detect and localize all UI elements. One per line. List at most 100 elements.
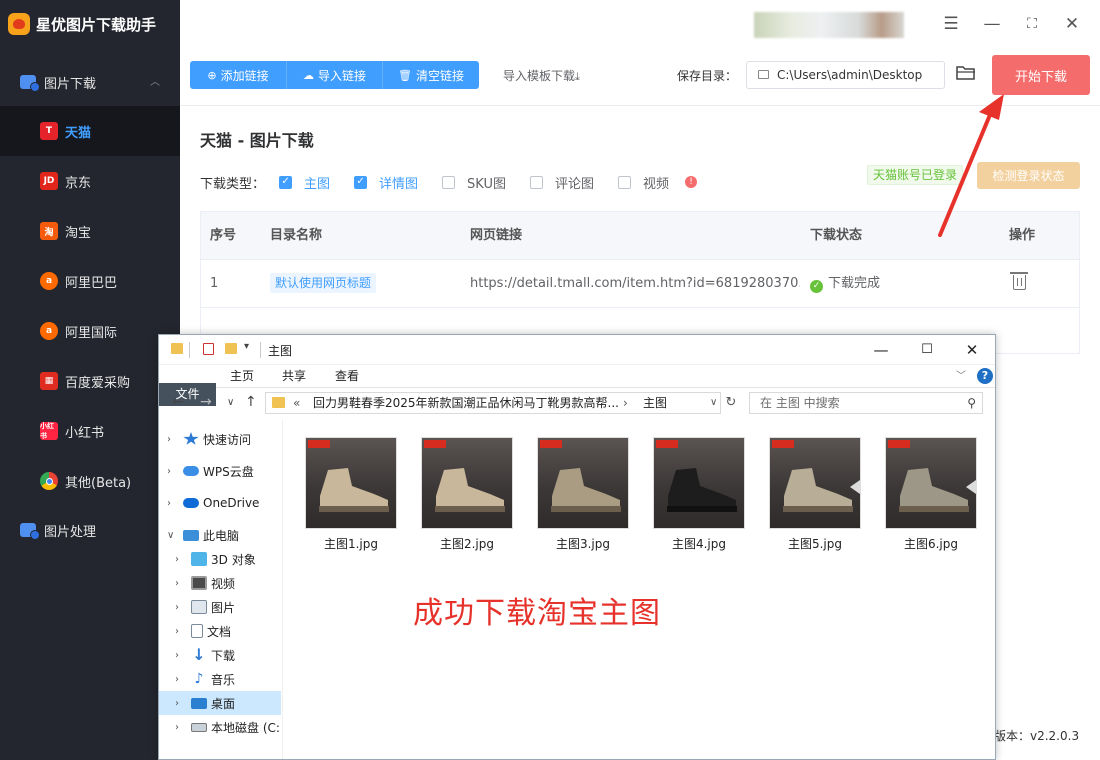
expand-chevron-icon[interactable]: › xyxy=(175,626,185,637)
expand-chevron-icon[interactable]: › xyxy=(167,434,177,445)
file-item[interactable]: 主图5.jpg xyxy=(769,437,861,552)
option-review-image[interactable]: 评论图 xyxy=(530,173,594,192)
tree-item-quick-access[interactable]: › 快速访问 xyxy=(167,427,251,451)
file-thumbnail[interactable] xyxy=(421,437,513,529)
tree-item-this-pc[interactable]: ∨ 此电脑 xyxy=(167,523,239,547)
checkbox-checked-icon[interactable]: ✓ xyxy=(279,175,293,189)
help-icon[interactable]: ? xyxy=(977,368,993,384)
file-thumbnail[interactable] xyxy=(537,437,629,529)
file-thumbnail[interactable] xyxy=(769,437,861,529)
sidebar-item-tmall[interactable]: T 天猫 xyxy=(0,106,180,156)
tab-view[interactable]: 查看 xyxy=(326,365,368,388)
file-thumbnail[interactable] xyxy=(885,437,977,529)
quick-access-dropdown-icon[interactable]: ▾ xyxy=(244,341,249,352)
start-download-button[interactable]: 开始下载 xyxy=(992,55,1090,95)
tree-label: 3D 对象 xyxy=(211,552,256,567)
option-sku-image[interactable]: SKU图 xyxy=(442,173,506,192)
sidebar-item-label: 淘宝 xyxy=(65,225,92,241)
tree-item-pictures[interactable]: › 图片 xyxy=(175,595,235,619)
ribbon-expand-icon[interactable]: ﹀ xyxy=(954,365,968,388)
expand-chevron-icon[interactable]: › xyxy=(175,554,185,565)
refresh-icon[interactable]: ↻ xyxy=(723,392,739,414)
properties-icon[interactable] xyxy=(203,343,214,355)
tree-item-onedrive[interactable]: › OneDrive xyxy=(167,491,259,515)
maximize-icon[interactable]: ☐ xyxy=(917,340,937,360)
address-bar[interactable]: « 回力男鞋春季2025年新款国潮正品休闲马丁靴男款高帮... › 主图 ∨ xyxy=(265,392,721,414)
minimize-icon[interactable]: — xyxy=(871,340,891,360)
up-arrow-icon[interactable]: ↑ xyxy=(245,394,257,410)
breadcrumb-current[interactable]: 主图 xyxy=(643,393,667,413)
checkbox[interactable] xyxy=(442,175,456,189)
link-button-group: ⊕ 添加链接 ☁ 导入链接 🗑 清空链接 xyxy=(190,61,479,89)
checkbox-checked-icon[interactable]: ✓ xyxy=(354,175,368,189)
expand-chevron-icon[interactable]: › xyxy=(167,466,177,477)
delete-trash-icon[interactable] xyxy=(1010,272,1028,290)
breadcrumb-overflow-icon[interactable]: « xyxy=(293,393,300,413)
open-folder-icon[interactable] xyxy=(956,65,976,81)
file-item[interactable]: 主图3.jpg xyxy=(537,437,629,552)
tree-item-wps-cloud[interactable]: › WPS云盘 xyxy=(167,459,254,483)
tree-item-downloads[interactable]: › ↓ 下载 xyxy=(175,643,235,667)
file-item[interactable]: 主图6.jpg xyxy=(885,437,977,552)
breadcrumb-separator-icon[interactable]: › xyxy=(623,393,628,413)
option-video[interactable]: 视频 xyxy=(618,173,669,192)
minimize-icon[interactable]: — xyxy=(980,12,1004,36)
expand-chevron-icon[interactable]: › xyxy=(175,722,185,733)
expand-chevron-icon[interactable]: › xyxy=(175,698,185,709)
breadcrumb-parent[interactable]: 回力男鞋春季2025年新款国潮正品休闲马丁靴男款高帮... xyxy=(313,393,619,413)
expand-chevron-icon[interactable]: › xyxy=(175,578,185,589)
tree-label: 音乐 xyxy=(211,672,236,687)
option-main-image[interactable]: ✓ 主图 xyxy=(279,173,330,192)
sidebar-item-baidu-purchase[interactable]: ▦ 百度爱采购 xyxy=(0,356,180,406)
option-detail-image[interactable]: ✓ 详情图 xyxy=(354,173,418,192)
tree-item-documents[interactable]: › 文档 xyxy=(175,619,231,643)
nav-group-image-download[interactable]: 图片下载 ︿ xyxy=(0,58,180,106)
check-login-button[interactable]: 检测登录状态 xyxy=(977,162,1080,189)
dir-name-tag[interactable]: 默认使用网页标题 xyxy=(270,273,377,293)
maximize-icon[interactable]: ⛶ xyxy=(1020,12,1044,36)
back-arrow-icon[interactable]: ← xyxy=(172,394,184,410)
checkbox[interactable] xyxy=(618,175,632,189)
close-icon[interactable]: ✕ xyxy=(962,340,982,360)
tab-share[interactable]: 共享 xyxy=(273,365,315,388)
sidebar-item-other[interactable]: 其他(Beta) xyxy=(0,456,180,506)
template-download-link[interactable]: 导入模板下载⤓ xyxy=(503,67,580,84)
import-link-button[interactable]: ☁ 导入链接 xyxy=(287,61,383,89)
file-thumbnail[interactable] xyxy=(305,437,397,529)
alibaba-intl-icon: a xyxy=(40,322,58,340)
collapse-chevron-icon[interactable]: ∨ xyxy=(167,530,177,541)
file-item[interactable]: 主图4.jpg xyxy=(653,437,745,552)
expand-chevron-icon[interactable]: › xyxy=(175,674,185,685)
forward-arrow-icon[interactable]: → xyxy=(200,394,212,410)
file-item[interactable]: 主图1.jpg xyxy=(305,437,397,552)
sidebar-item-alibaba[interactable]: a 阿里巴巴 xyxy=(0,256,180,306)
tree-item-videos[interactable]: › 视频 xyxy=(175,571,235,595)
save-dir-input[interactable]: C:\Users\admin\Desktop xyxy=(746,61,945,89)
tree-item-local-disk[interactable]: › 本地磁盘 (C: xyxy=(175,715,280,739)
address-dropdown-icon[interactable]: ∨ xyxy=(710,393,717,413)
add-link-button[interactable]: ⊕ 添加链接 xyxy=(190,61,287,89)
tab-home[interactable]: 主页 xyxy=(221,365,263,388)
new-folder-icon[interactable] xyxy=(225,343,237,354)
recent-dropdown-icon[interactable]: ∨ xyxy=(227,397,234,408)
expand-chevron-icon[interactable]: › xyxy=(175,602,185,613)
expand-chevron-icon[interactable]: › xyxy=(175,650,185,661)
search-input[interactable]: 在 主图 中搜索 ⚲ xyxy=(749,392,983,414)
user-avatar-blurred[interactable] xyxy=(754,12,904,38)
nav-group-image-process[interactable]: 图片处理 xyxy=(0,506,180,554)
clear-link-button[interactable]: 🗑 清空链接 xyxy=(383,61,479,89)
checkbox[interactable] xyxy=(530,175,543,189)
settings-sliders-icon[interactable]: ☰ xyxy=(939,12,963,36)
info-icon[interactable]: ! xyxy=(685,176,698,188)
close-icon[interactable]: ✕ xyxy=(1060,12,1084,36)
tree-item-3d-objects[interactable]: › 3D 对象 xyxy=(175,547,256,571)
expand-chevron-icon[interactable]: › xyxy=(167,498,177,509)
sidebar-item-taobao[interactable]: 淘 淘宝 xyxy=(0,206,180,256)
tree-item-music[interactable]: › ♪ 音乐 xyxy=(175,667,235,691)
file-item[interactable]: 主图2.jpg xyxy=(421,437,513,552)
tree-item-desktop[interactable]: › 桌面 xyxy=(159,691,281,715)
file-thumbnail[interactable] xyxy=(653,437,745,529)
sidebar-item-jd[interactable]: JD 京东 xyxy=(0,156,180,206)
sidebar-item-alibaba-intl[interactable]: a 阿里国际 xyxy=(0,306,180,356)
sidebar-item-xiaohongshu[interactable]: 小红书 小红书 xyxy=(0,406,180,456)
